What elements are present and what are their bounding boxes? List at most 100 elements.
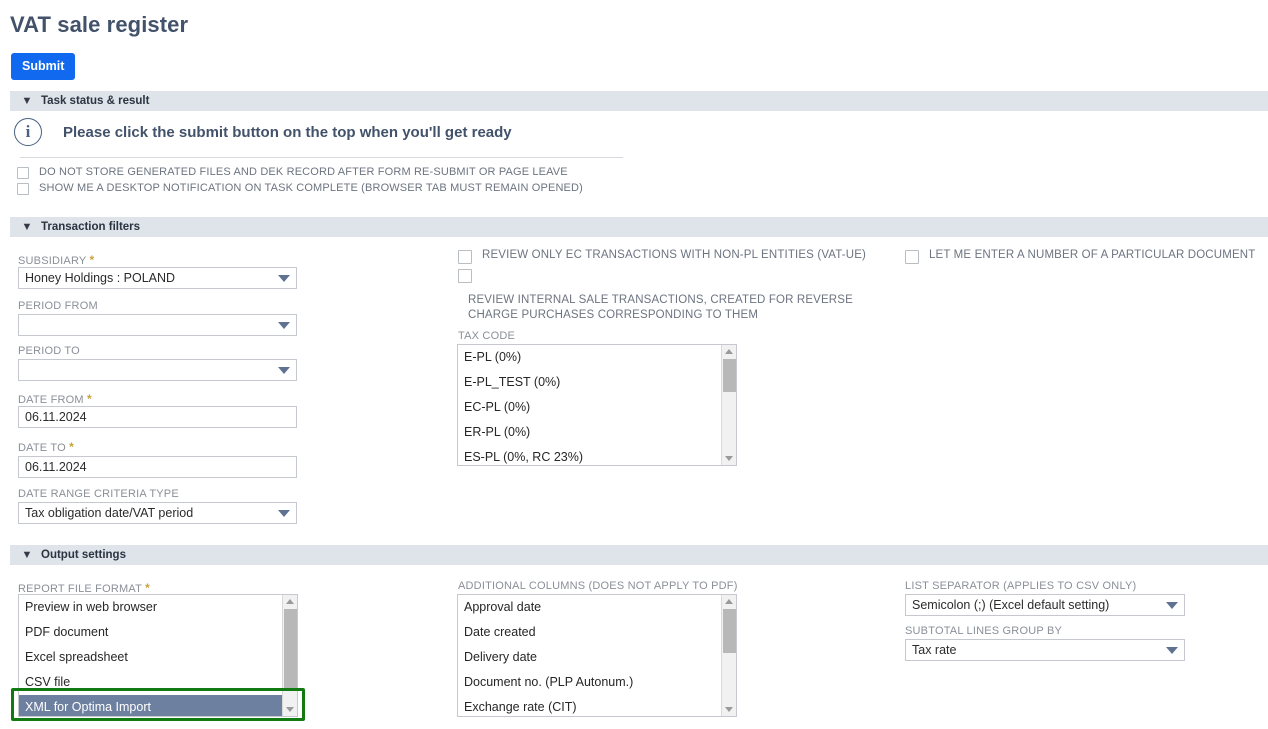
list-item-selected[interactable]: XML for Optima Import [19,695,282,716]
submit-button[interactable]: Submit [11,53,75,80]
period-to-select[interactable] [18,359,297,381]
chevron-down-icon[interactable] [278,510,290,517]
additional-columns-listbox[interactable]: Approval date Date created Delivery date… [457,594,737,717]
tax-code-scrollbar[interactable] [721,345,736,465]
additional-columns-options: Approval date Date created Delivery date… [458,595,721,716]
tax-code-listbox[interactable]: E-PL (0%) E-PL_TEST (0%) EC-PL (0%) ER-P… [457,344,737,466]
checkbox-label: LET ME ENTER A NUMBER OF A PARTICULAR DO… [929,249,1255,262]
checkbox-label: DO NOT STORE GENERATED FILES AND DEK REC… [39,166,568,179]
section-title-task-status: Task status & result [41,95,149,107]
required-asterisk: * [90,253,95,267]
additional-columns-scrollbar[interactable] [721,595,736,716]
label-period-to: PERIOD TO [18,345,80,357]
label-date-range-criteria-type: DATE RANGE CRITERIA TYPE [18,488,179,500]
chevron-down-icon[interactable] [278,322,290,329]
scroll-up-arrow-icon[interactable] [286,599,294,604]
scroll-down-arrow-icon[interactable] [725,707,733,712]
checkbox-do-not-store[interactable]: DO NOT STORE GENERATED FILES AND DEK REC… [17,166,568,179]
scrollbar-thumb[interactable] [723,609,736,653]
list-item[interactable]: Approval date [458,595,721,620]
section-header-transaction-filters[interactable]: ▼ Transaction filters [10,217,1268,237]
chevron-down-icon[interactable]: ▼ [18,222,36,233]
scroll-up-arrow-icon[interactable] [725,599,733,604]
label-additional-columns: ADDITIONAL COLUMNS (DOES NOT APPLY TO PD… [458,580,738,592]
required-asterisk: * [145,581,150,595]
period-from-select[interactable] [18,314,297,336]
info-banner: i Please click the submit button on the … [14,118,512,146]
list-item[interactable]: Exchange rate (CIT) [458,695,721,716]
section-header-output-settings[interactable]: ▼ Output settings [10,545,1268,565]
list-item[interactable]: Excel spreadsheet [19,645,282,670]
section-title-output-settings: Output settings [41,549,126,561]
list-item[interactable]: ER-PL (0%) [458,420,721,445]
label-text: SUBSIDIARY [18,255,86,267]
list-item[interactable]: E-PL_TEST (0%) [458,370,721,395]
date-range-criteria-type-value: Tax obligation date/VAT period [25,506,274,520]
checkbox-review-internal-sale-transactions[interactable] [458,268,472,283]
report-file-format-listbox[interactable]: Preview in web browser PDF document Exce… [18,594,298,717]
list-separator-value: Semicolon (;) (Excel default setting) [912,598,1162,612]
list-item[interactable]: PDF document [19,620,282,645]
report-file-format-scrollbar[interactable] [282,595,297,716]
date-to-input[interactable]: 06.11.2024 [18,456,297,478]
subsidiary-select[interactable]: Honey Holdings : POLAND [18,267,297,289]
scroll-up-arrow-icon[interactable] [725,349,733,354]
checkbox-box[interactable] [458,269,472,283]
required-asterisk: * [87,392,92,406]
chevron-down-icon[interactable] [1166,647,1178,654]
date-from-input[interactable]: 06.11.2024 [18,406,297,428]
label-date-from: DATE FROM * [18,392,92,406]
checkbox-review-only-ec-transactions[interactable]: REVIEW ONLY EC TRANSACTIONS WITH NON-PL … [458,249,866,264]
label-date-to: DATE TO * [18,440,74,454]
checkbox-box[interactable] [17,183,29,195]
label-period-from: PERIOD FROM [18,300,98,312]
checkbox-box[interactable] [905,250,919,264]
label-list-separator: LIST SEPARATOR (APPLIES TO CSV ONLY) [905,580,1136,592]
subsidiary-value: Honey Holdings : POLAND [25,271,274,285]
checkbox-box[interactable] [458,250,472,264]
scroll-down-arrow-icon[interactable] [725,456,733,461]
chevron-down-icon[interactable] [278,367,290,374]
checkbox-desktop-notification[interactable]: SHOW ME A DESKTOP NOTIFICATION ON TASK C… [17,182,583,195]
divider [20,157,623,158]
info-message: Please click the submit button on the to… [63,124,512,141]
checkbox-box[interactable] [17,167,29,179]
label-tax-code: TAX CODE [458,330,515,342]
chevron-down-icon[interactable]: ▼ [18,96,36,107]
list-item[interactable]: Date created [458,620,721,645]
list-item[interactable]: EC-PL (0%) [458,395,721,420]
vat-sale-register-page: VAT sale register Submit ▼ Task status &… [0,0,1268,729]
scroll-down-arrow-icon[interactable] [286,707,294,712]
list-item[interactable]: Delivery date [458,645,721,670]
list-item[interactable]: CSV file [19,670,282,695]
checkbox-review-internal-sale-transactions-label: REVIEW INTERNAL SALE TRANSACTIONS, CREAT… [468,293,868,323]
list-item[interactable]: ES-PL (0%, RC 23%) [458,445,721,465]
section-title-transaction-filters: Transaction filters [41,221,140,233]
section-header-task-status[interactable]: ▼ Task status & result [10,91,1268,111]
required-asterisk: * [69,440,74,454]
label-subsidiary: SUBSIDIARY * [18,253,94,267]
list-item[interactable]: E-PL (0%) [458,345,721,370]
checkbox-let-me-enter-document-number[interactable]: LET ME ENTER A NUMBER OF A PARTICULAR DO… [905,249,1255,264]
label-subtotal-lines-group-by: SUBTOTAL LINES GROUP BY [905,625,1062,637]
info-circle-icon: i [14,118,42,146]
chevron-down-icon[interactable]: ▼ [18,550,36,561]
checkbox-label: REVIEW ONLY EC TRANSACTIONS WITH NON-PL … [482,249,866,262]
date-range-criteria-type-select[interactable]: Tax obligation date/VAT period [18,502,297,524]
scrollbar-thumb[interactable] [284,609,297,688]
label-text: DATE FROM [18,394,84,406]
page-title: VAT sale register [10,12,188,38]
subtotal-lines-group-by-value: Tax rate [912,643,1162,657]
scrollbar-thumb[interactable] [723,359,736,392]
label-text: DATE TO [18,442,66,454]
checkbox-label: SHOW ME A DESKTOP NOTIFICATION ON TASK C… [39,182,583,195]
chevron-down-icon[interactable] [278,275,290,282]
list-item[interactable]: Document no. (PLP Autonum.) [458,670,721,695]
chevron-down-icon[interactable] [1166,602,1178,609]
report-file-format-options: Preview in web browser PDF document Exce… [19,595,282,716]
list-separator-select[interactable]: Semicolon (;) (Excel default setting) [905,594,1185,616]
list-item[interactable]: Preview in web browser [19,595,282,620]
label-report-file-format: REPORT FILE FORMAT * [18,581,150,595]
subtotal-lines-group-by-select[interactable]: Tax rate [905,639,1185,661]
tax-code-options: E-PL (0%) E-PL_TEST (0%) EC-PL (0%) ER-P… [458,345,721,465]
